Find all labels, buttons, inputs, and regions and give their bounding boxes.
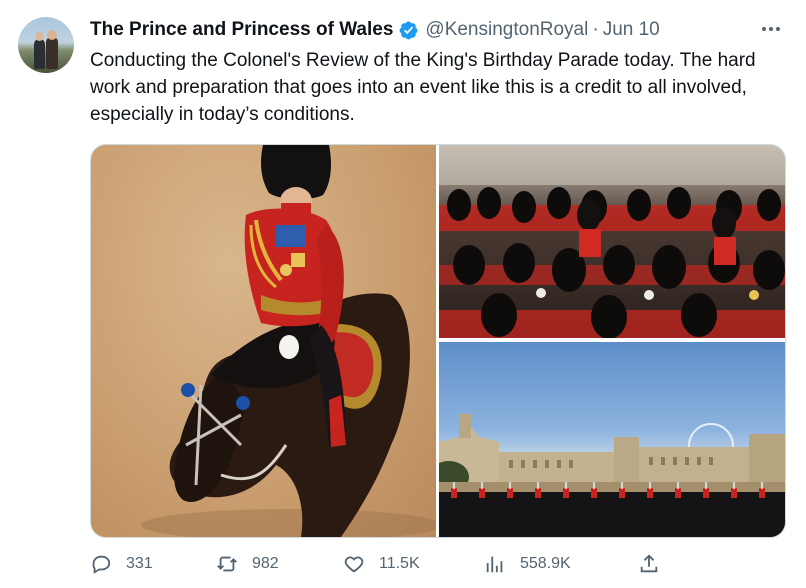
- retweet-count: 982: [252, 555, 279, 572]
- views-count: 558.9K: [520, 555, 571, 572]
- avatar-figure-left: [34, 39, 45, 69]
- more-icon[interactable]: [758, 19, 784, 39]
- avatar-figure-right: [46, 37, 58, 69]
- views-icon: [484, 553, 506, 575]
- reply-count: 331: [126, 555, 153, 572]
- avatar-head-right: [47, 30, 57, 40]
- share-icon: [638, 553, 660, 575]
- heart-icon: [343, 553, 365, 575]
- tweet-header: The Prince and Princess of Wales @Kensin…: [90, 17, 660, 43]
- officer-on-horseback-photo[interactable]: [91, 145, 436, 537]
- horse-guards-parade-photo[interactable]: [439, 342, 785, 537]
- tweet-date[interactable]: Jun 10: [603, 19, 660, 41]
- reply-icon: [90, 553, 112, 575]
- avatar-head-left: [35, 32, 44, 41]
- like-count: 11.5K: [379, 555, 420, 572]
- verified-badge-icon: [398, 20, 419, 41]
- guardsmen-formation-photo[interactable]: [439, 145, 785, 338]
- reply-action[interactable]: 331: [90, 553, 153, 575]
- views-action[interactable]: 558.9K: [484, 553, 571, 575]
- retweet-action[interactable]: 982: [216, 553, 279, 575]
- tweet-text: Conducting the Colonel's Review of the K…: [90, 50, 756, 125]
- like-action[interactable]: 11.5K: [343, 553, 420, 575]
- author-name[interactable]: The Prince and Princess of Wales: [90, 19, 393, 41]
- separator-dot: ·: [592, 19, 599, 40]
- media-grid: [90, 144, 786, 538]
- share-action[interactable]: [638, 553, 660, 575]
- avatar[interactable]: [18, 17, 74, 73]
- author-handle[interactable]: @KensingtonRoyal: [425, 19, 588, 41]
- retweet-icon: [216, 553, 238, 575]
